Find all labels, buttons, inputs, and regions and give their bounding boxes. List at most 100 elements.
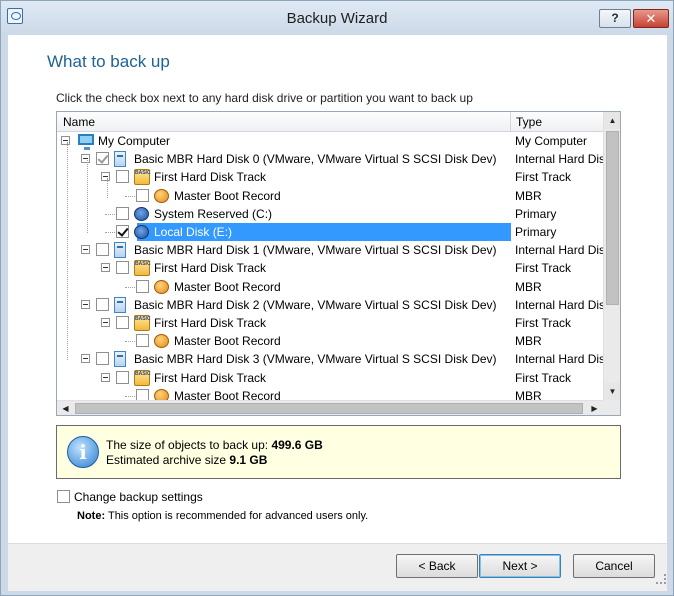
scroll-down-icon[interactable]: ▼ bbox=[604, 383, 620, 400]
tree-guide-line bbox=[125, 396, 135, 397]
tree-row[interactable]: Master Boot Record MBR bbox=[57, 187, 603, 205]
row-name: Master Boot Record bbox=[174, 334, 281, 348]
back-button[interactable]: < Back bbox=[396, 554, 478, 578]
row-type: My Computer bbox=[515, 134, 588, 148]
vertical-scrollbar[interactable]: ▲ ▼ bbox=[603, 112, 620, 400]
change-settings-label[interactable]: Change backup settings bbox=[74, 490, 203, 504]
archive-value: 9.1 GB bbox=[229, 453, 268, 467]
horizontal-scroll-thumb[interactable] bbox=[75, 403, 583, 414]
tree-row[interactable]: My Computer My Computer bbox=[57, 132, 603, 150]
backup-wizard-window: Backup Wizard ? ✕ What to back up Click … bbox=[0, 0, 674, 596]
row-name: Basic MBR Hard Disk 3 (VMware, VMware Vi… bbox=[134, 352, 497, 366]
tree-guide-line bbox=[105, 214, 115, 215]
row-checkbox[interactable] bbox=[136, 280, 149, 293]
wizard-content: What to back up Click the check box next… bbox=[8, 35, 667, 543]
tree-row[interactable]: First Hard Disk Track First Track bbox=[57, 168, 603, 186]
row-type: MBR bbox=[515, 389, 542, 400]
tree-row[interactable]: Local Disk (E:) Primary bbox=[57, 223, 603, 241]
row-checkbox[interactable] bbox=[116, 170, 129, 183]
row-checkbox[interactable] bbox=[116, 261, 129, 274]
collapse-icon[interactable] bbox=[101, 172, 110, 181]
change-settings-checkbox[interactable] bbox=[57, 490, 70, 503]
tree-row[interactable]: First Hard Disk Track First Track bbox=[57, 259, 603, 277]
scroll-up-icon[interactable]: ▲ bbox=[604, 112, 620, 129]
scrollbar-corner bbox=[603, 400, 620, 415]
row-checkbox[interactable] bbox=[96, 152, 109, 165]
mbr-icon bbox=[154, 334, 169, 348]
hard-disk-icon bbox=[114, 242, 126, 258]
row-name: System Reserved (C:) bbox=[154, 207, 273, 221]
row-name: Basic MBR Hard Disk 0 (VMware, VMware Vi… bbox=[134, 152, 497, 166]
tree-row[interactable]: System Reserved (C:) Primary bbox=[57, 205, 603, 223]
collapse-icon[interactable] bbox=[101, 373, 110, 382]
row-checkbox[interactable] bbox=[96, 352, 109, 365]
tree-guide-line bbox=[87, 160, 88, 233]
size-label: The size of objects to back up: bbox=[106, 438, 269, 452]
cancel-button[interactable]: Cancel bbox=[573, 554, 655, 578]
tree-row[interactable]: First Hard Disk Track First Track bbox=[57, 369, 603, 387]
tree-rows: My Computer My Computer Basic MBR Hard Dis… bbox=[57, 132, 603, 400]
row-name: First Hard Disk Track bbox=[154, 316, 267, 330]
tree-row[interactable]: Basic MBR Hard Disk 1 (VMware, VMware Vi… bbox=[57, 241, 603, 259]
row-type: First Track bbox=[515, 261, 571, 275]
note-prefix: Note: bbox=[77, 510, 106, 522]
tree-row[interactable]: Basic MBR Hard Disk 0 (VMware, VMware Vi… bbox=[57, 150, 603, 168]
instruction-text: Click the check box next to any hard dis… bbox=[56, 91, 473, 105]
column-header-type[interactable]: Type bbox=[511, 112, 603, 132]
row-checkbox[interactable] bbox=[96, 243, 109, 256]
close-button[interactable]: ✕ bbox=[633, 9, 669, 28]
collapse-icon[interactable] bbox=[81, 245, 90, 254]
collapse-icon[interactable] bbox=[81, 354, 90, 363]
disk-track-icon bbox=[134, 169, 151, 185]
row-type: Primary bbox=[515, 225, 603, 239]
tree-row[interactable]: Basic MBR Hard Disk 3 (VMware, VMware Vi… bbox=[57, 350, 603, 368]
tree-guide-line bbox=[125, 196, 135, 197]
tree-row[interactable]: Basic MBR Hard Disk 2 (VMware, VMware Vi… bbox=[57, 296, 603, 314]
horizontal-scrollbar[interactable]: ◀ ▶ bbox=[57, 400, 603, 415]
tree-row[interactable]: Master Boot Record MBR bbox=[57, 278, 603, 296]
help-button[interactable]: ? bbox=[599, 9, 631, 28]
row-checkbox[interactable] bbox=[116, 225, 129, 238]
collapse-icon[interactable] bbox=[61, 136, 70, 145]
row-checkbox[interactable] bbox=[116, 316, 129, 329]
row-type: MBR bbox=[515, 334, 542, 348]
row-type: Primary bbox=[515, 207, 557, 221]
disk-track-icon bbox=[134, 370, 151, 386]
resize-grip-icon[interactable] bbox=[656, 574, 666, 584]
tree-header: Name Type bbox=[57, 112, 603, 132]
hard-disk-icon bbox=[114, 297, 126, 313]
hard-disk-icon bbox=[114, 151, 126, 167]
collapse-icon[interactable] bbox=[101, 263, 110, 272]
tree-row[interactable]: Master Boot Record MBR bbox=[57, 332, 603, 350]
row-checkbox[interactable] bbox=[116, 207, 129, 220]
row-type: MBR bbox=[515, 189, 542, 203]
collapse-icon[interactable] bbox=[81, 300, 90, 309]
scroll-right-icon[interactable]: ▶ bbox=[586, 401, 603, 415]
scroll-left-icon[interactable]: ◀ bbox=[57, 401, 74, 415]
disk-track-icon bbox=[134, 260, 151, 276]
vertical-scroll-thumb[interactable] bbox=[606, 131, 619, 305]
archive-line: Estimated archive size 9.1 GB bbox=[106, 453, 267, 467]
row-checkbox[interactable] bbox=[136, 334, 149, 347]
row-type: MBR bbox=[515, 280, 542, 294]
tree-row[interactable]: First Hard Disk Track First Track bbox=[57, 314, 603, 332]
title-bar[interactable]: Backup Wizard ? ✕ bbox=[1, 1, 673, 35]
window-title: Backup Wizard bbox=[286, 10, 388, 27]
row-checkbox[interactable] bbox=[136, 389, 149, 400]
row-checkbox[interactable] bbox=[96, 298, 109, 311]
note-text: This option is recommended for advanced … bbox=[107, 510, 369, 522]
mbr-icon bbox=[154, 389, 169, 400]
row-checkbox[interactable] bbox=[116, 371, 129, 384]
advanced-note: Note: This option is recommended for adv… bbox=[77, 510, 368, 522]
tree-guide-line bbox=[105, 232, 115, 233]
row-type: Internal Hard Disk bbox=[515, 298, 603, 312]
column-header-name[interactable]: Name bbox=[57, 112, 511, 132]
row-name: First Hard Disk Track bbox=[154, 170, 267, 184]
next-button[interactable]: Next > bbox=[479, 554, 561, 578]
tree-row[interactable]: Master Boot Record MBR bbox=[57, 387, 603, 400]
row-checkbox[interactable] bbox=[136, 189, 149, 202]
collapse-icon[interactable] bbox=[101, 318, 110, 327]
row-type: Internal Hard Disk bbox=[515, 243, 603, 257]
row-name: Master Boot Record bbox=[174, 389, 281, 400]
collapse-icon[interactable] bbox=[81, 154, 90, 163]
